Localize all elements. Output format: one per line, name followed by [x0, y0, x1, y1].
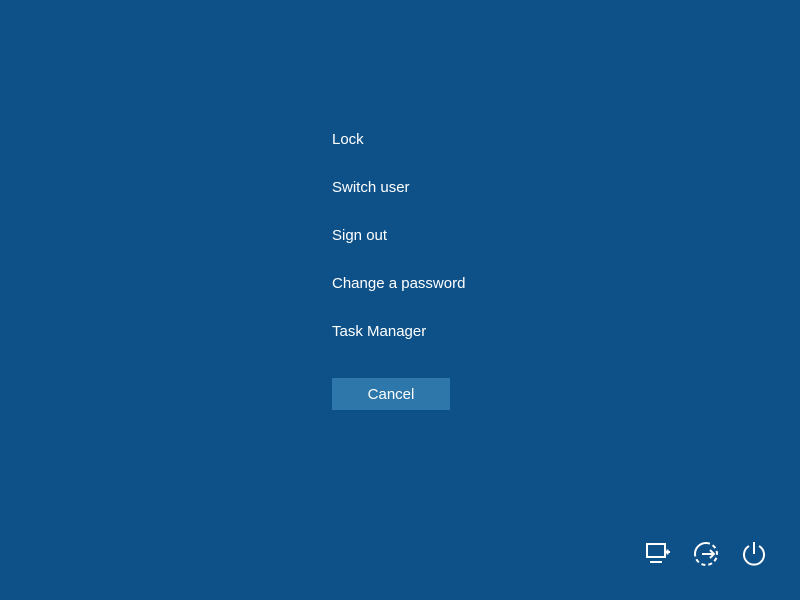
- change-password-option[interactable]: Change a password: [332, 274, 465, 294]
- power-icon[interactable]: [740, 540, 768, 568]
- lock-option[interactable]: Lock: [332, 130, 465, 150]
- system-tray: [644, 540, 768, 568]
- sign-out-option[interactable]: Sign out: [332, 226, 465, 246]
- security-options-menu: Lock Switch user Sign out Change a passw…: [332, 130, 465, 370]
- ease-of-access-icon[interactable]: [692, 540, 720, 568]
- network-icon[interactable]: [644, 540, 672, 568]
- task-manager-option[interactable]: Task Manager: [332, 322, 465, 342]
- switch-user-option[interactable]: Switch user: [332, 178, 465, 198]
- cancel-button[interactable]: Cancel: [332, 378, 450, 410]
